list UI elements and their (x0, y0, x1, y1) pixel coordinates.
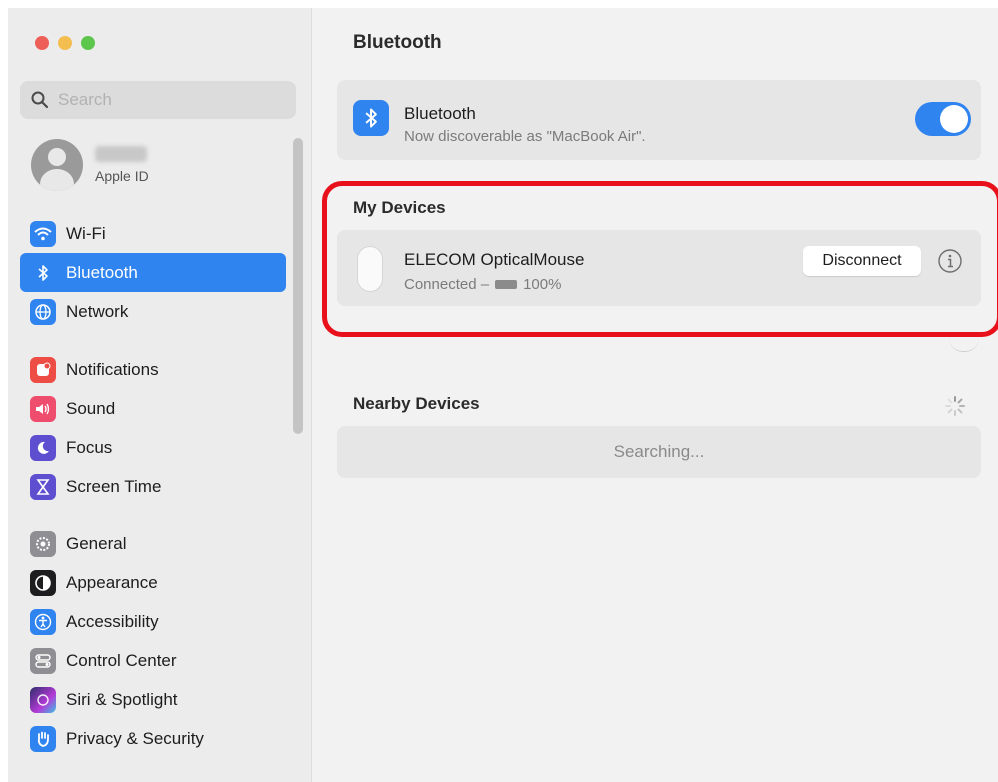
highlight-annotation (322, 181, 998, 337)
control-center-icon (30, 647, 56, 674)
speaker-icon (30, 395, 56, 422)
bell-icon (30, 356, 56, 383)
sidebar-item-label: Accessibility (66, 611, 159, 631)
sidebar-item-label: Siri & Spotlight (66, 689, 178, 709)
sidebar-item-label: General (66, 533, 127, 553)
sidebar-item-label: Screen Time (66, 476, 162, 496)
help-button-partial[interactable] (949, 338, 979, 352)
bluetooth-icon (30, 260, 56, 286)
sidebar-item-screen-time[interactable]: Screen Time (20, 467, 286, 506)
sidebar-item-sound[interactable]: Sound (20, 389, 286, 428)
moon-icon (30, 434, 56, 461)
sidebar-item-siri-spotlight[interactable]: Siri & Spotlight (20, 680, 286, 719)
nearby-devices-heading: Nearby Devices (353, 394, 480, 413)
appearance-icon (30, 569, 56, 596)
toggle-knob (940, 105, 968, 133)
sidebar-item-accessibility[interactable]: Accessibility (20, 602, 286, 641)
nearby-searching-row: Searching... (337, 426, 981, 478)
sidebar-item-general[interactable]: General (20, 524, 286, 563)
sidebar-group-network: Wi-Fi Bluetooth Network (20, 214, 286, 331)
minimize-button[interactable] (58, 36, 72, 50)
main-pane: Bluetooth Bluetooth Now discoverable as … (313, 8, 998, 782)
accessibility-icon (30, 608, 56, 635)
globe-icon (30, 298, 56, 325)
sidebar: Search Apple ID Wi-Fi Bluetooth Network … (8, 8, 312, 782)
hourglass-icon (30, 473, 56, 500)
sidebar-item-label: Bluetooth (66, 262, 138, 282)
apple-id-label: Apple ID (95, 168, 149, 184)
sidebar-item-label: Control Center (66, 650, 177, 670)
search-icon (31, 91, 49, 109)
sidebar-scrollbar[interactable] (293, 138, 303, 434)
sidebar-item-control-center[interactable]: Control Center (20, 641, 286, 680)
sidebar-item-wifi[interactable]: Wi-Fi (20, 214, 286, 253)
searching-status: Searching... (613, 442, 705, 461)
hand-icon (30, 725, 56, 752)
sidebar-item-label: Network (66, 301, 129, 321)
page-title: Bluetooth (353, 32, 442, 53)
settings-window: Search Apple ID Wi-Fi Bluetooth Network … (8, 8, 998, 782)
bluetooth-icon (353, 100, 389, 136)
sidebar-group-notifications: Notifications Sound Focus Screen Time (20, 350, 286, 506)
sidebar-item-label: Sound (66, 398, 116, 418)
close-button[interactable] (35, 36, 49, 50)
sidebar-group-general: General Appearance Accessibility Control… (20, 524, 286, 758)
sidebar-item-notifications[interactable]: Notifications (20, 350, 286, 389)
loading-spinner-icon (945, 396, 965, 416)
sidebar-item-label: Notifications (66, 359, 159, 379)
sidebar-item-label: Privacy & Security (66, 728, 204, 748)
sidebar-item-privacy-security[interactable]: Privacy & Security (20, 719, 286, 758)
wifi-icon (30, 220, 56, 247)
apple-id-profile[interactable]: Apple ID (31, 138, 149, 192)
window-controls (35, 36, 95, 50)
bluetooth-card: Bluetooth Now discoverable as "MacBook A… (337, 80, 981, 160)
profile-name-redacted (95, 146, 147, 162)
gear-icon (30, 530, 56, 557)
zoom-button[interactable] (81, 36, 95, 50)
sidebar-item-bluetooth[interactable]: Bluetooth (20, 253, 286, 292)
bluetooth-card-subtitle: Now discoverable as "MacBook Air". (404, 128, 646, 145)
siri-icon (30, 686, 56, 713)
bluetooth-card-title: Bluetooth (404, 104, 476, 123)
sidebar-item-focus[interactable]: Focus (20, 428, 286, 467)
search-placeholder: Search (58, 90, 112, 109)
avatar (31, 139, 83, 191)
sidebar-item-network[interactable]: Network (20, 292, 286, 331)
sidebar-item-appearance[interactable]: Appearance (20, 563, 286, 602)
sidebar-item-label: Wi-Fi (66, 223, 106, 243)
sidebar-item-label: Focus (66, 437, 113, 457)
search-input[interactable]: Search (20, 81, 296, 119)
sidebar-item-label: Appearance (66, 572, 158, 592)
bluetooth-toggle[interactable] (915, 102, 971, 136)
